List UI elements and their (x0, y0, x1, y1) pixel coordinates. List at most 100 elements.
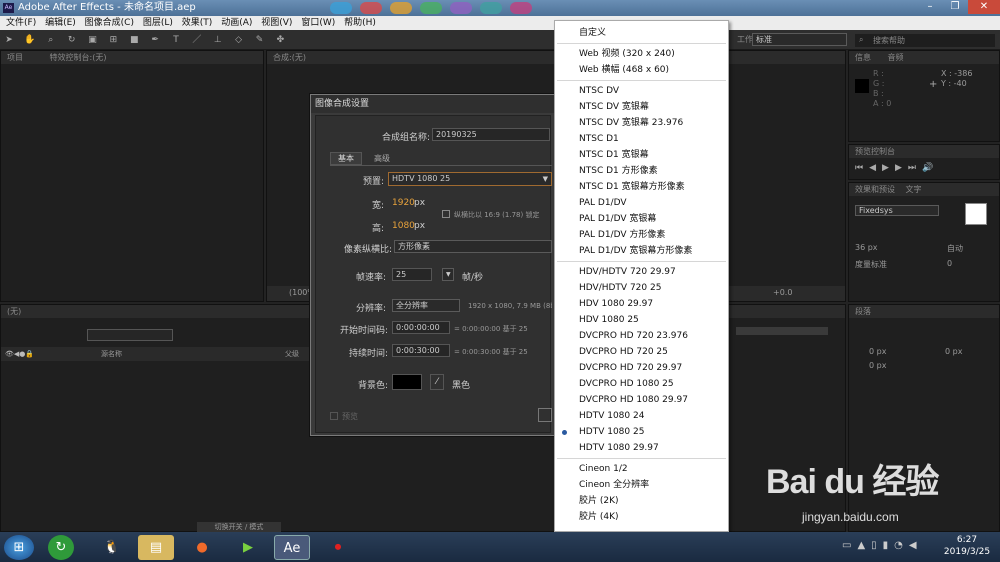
menu-item-preset[interactable]: DVCPRO HD 1080 25 (555, 376, 728, 392)
exposure-value[interactable]: +0.0 (773, 288, 792, 297)
tab-project[interactable]: 项目 (7, 53, 23, 62)
workspace-select[interactable]: 标准 (752, 33, 847, 46)
menu-item-preset[interactable]: NTSC D1 宽银幕 (555, 147, 728, 163)
fill-color-swatch[interactable] (965, 203, 987, 225)
pixel-aspect-select[interactable]: 方形像素 (394, 240, 552, 253)
tab-basic[interactable]: 基本 (330, 152, 362, 165)
menu-item-preset[interactable]: PAL D1/DV (555, 195, 728, 211)
height-value[interactable]: 1080 (392, 221, 415, 231)
search-help-input[interactable]: 搜索帮助 (855, 34, 995, 47)
menu-item-preset[interactable]: Web 视频 (320 x 240) (555, 46, 728, 62)
rotate-tool-icon[interactable]: ↻ (65, 33, 79, 47)
eyedropper-icon[interactable]: ⁄ (430, 374, 444, 390)
qq-icon[interactable]: 🐧 (94, 535, 130, 560)
toggle-switches-modes[interactable]: 切换开关 / 模式 (197, 522, 281, 532)
menu-help[interactable]: 帮助(H) (344, 16, 376, 30)
space-before[interactable]: 0 px (869, 361, 886, 370)
selection-tool-icon[interactable]: ➤ (2, 33, 16, 47)
duration-input[interactable]: 0:00:30:00 (392, 344, 450, 357)
menu-layer[interactable]: 图层(L) (143, 16, 173, 30)
menu-item-preset[interactable]: PAL D1/DV 宽银幕 (555, 211, 728, 227)
camera-tool-icon[interactable]: ▣ (86, 33, 100, 47)
tab-info[interactable]: 信息 (855, 53, 871, 62)
pan-behind-tool-icon[interactable]: ⊞ (106, 33, 120, 47)
indent-left[interactable]: 0 px (869, 347, 886, 356)
menu-window[interactable]: 窗口(W) (301, 16, 335, 30)
menu-item-preset[interactable]: NTSC D1 宽银幕方形像素 (555, 179, 728, 195)
menu-item-preset[interactable]: NTSC DV 宽银幕 (555, 99, 728, 115)
rectangle-tool-icon[interactable]: ■ (127, 33, 141, 47)
start-orb-icon[interactable]: ⊞ (4, 535, 34, 560)
menu-item-preset[interactable]: NTSC D1 方形像素 (555, 163, 728, 179)
menu-item-preset[interactable]: 自定义 (555, 25, 728, 41)
menu-item-preset[interactable]: DVCPRO HD 720 29.97 (555, 360, 728, 376)
menu-item-preset[interactable]: HDV 1080 29.97 (555, 296, 728, 312)
menu-item-preset[interactable]: PAL D1/DV 宽银幕方形像素 (555, 243, 728, 259)
maximize-icon[interactable]: ❐ (943, 0, 967, 14)
menu-item-preset[interactable]: DVCPRO HD 720 23.976 (555, 328, 728, 344)
menu-item-preset[interactable]: Web 横幅 (468 x 60) (555, 62, 728, 78)
comp-name-input[interactable]: 20190325 (432, 128, 550, 141)
tab-timeline[interactable]: (无) (7, 307, 21, 316)
menu-item-preset[interactable]: NTSC DV (555, 83, 728, 99)
menu-edit[interactable]: 编辑(E) (45, 16, 76, 30)
close-icon[interactable]: ✕ (968, 0, 1000, 14)
media-player-icon[interactable]: ▶ (230, 535, 266, 560)
firefox-icon[interactable]: ● (184, 535, 220, 560)
menu-item-preset[interactable]: DVCPRO HD 720 25 (555, 344, 728, 360)
tracking-value[interactable]: 0 (947, 259, 952, 268)
menu-item-preset[interactable]: 胶片 (2K) (555, 493, 728, 509)
leading-value[interactable]: 自动 (947, 243, 963, 254)
file-explorer-icon[interactable]: ▤ (138, 535, 174, 560)
menu-item-preset[interactable]: Cineon 全分辨率 (555, 477, 728, 493)
system-clock[interactable]: 6:27 2019/3/25 (938, 534, 996, 558)
tab-character[interactable]: 文字 (906, 185, 922, 194)
tab-advanced[interactable]: 高级 (366, 152, 398, 165)
menu-item-preset[interactable]: HDTV 1080 29.97 (555, 440, 728, 456)
zoom-tool-icon[interactable]: ⌕ (44, 33, 58, 47)
tray-icons[interactable]: ▭▲▯▮◔◀ (842, 540, 923, 551)
record-icon[interactable]: ⏺ (320, 535, 356, 560)
menu-view[interactable]: 视图(V) (261, 16, 292, 30)
tab-effects-controls[interactable]: 特效控制台:(无) (50, 53, 107, 62)
minimize-icon[interactable]: – (918, 0, 942, 14)
360-browser-icon[interactable]: ↻ (48, 535, 74, 560)
fps-input[interactable]: 25 (392, 268, 432, 281)
tab-composition[interactable]: 合成:(无) (273, 53, 306, 62)
fps-dropdown-icon[interactable]: ▼ (442, 268, 454, 281)
tab-preview[interactable]: 预览控制台 (855, 147, 895, 156)
indent-right[interactable]: 0 px (945, 347, 962, 356)
preset-select[interactable]: HDTV 1080 25 ▼ (388, 172, 552, 186)
menu-item-preset[interactable]: DVCPRO HD 1080 29.97 (555, 392, 728, 408)
text-tool-icon[interactable]: T (169, 33, 183, 47)
menu-item-preset[interactable]: NTSC DV 宽银幕 23.976 (555, 115, 728, 131)
ok-button[interactable] (538, 408, 552, 422)
menu-file[interactable]: 文件(F) (6, 16, 36, 30)
tab-effects-presets[interactable]: 效果和预设 (855, 185, 895, 194)
menu-item-preset[interactable]: HDTV 1080 24 (555, 408, 728, 424)
font-family-select[interactable]: Fixedsys (855, 205, 939, 216)
menu-item-preset[interactable]: PAL D1/DV 方形像素 (555, 227, 728, 243)
eraser-tool-icon[interactable]: ◇ (232, 33, 246, 47)
time-navigator[interactable] (736, 327, 828, 335)
menu-item-preset[interactable]: HDV/HDTV 720 25 (555, 280, 728, 296)
after-effects-icon[interactable]: Ae (274, 535, 310, 560)
tab-audio[interactable]: 音频 (888, 53, 904, 62)
brush-tool-icon[interactable]: ／ (190, 33, 204, 47)
bg-color-swatch[interactable] (392, 374, 422, 390)
puppet-tool-icon[interactable]: ✤ (273, 33, 287, 47)
timeline-search-input[interactable] (87, 329, 173, 341)
menu-effect[interactable]: 效果(T) (182, 16, 213, 30)
width-value[interactable]: 1920 (392, 198, 415, 208)
roto-tool-icon[interactable]: ✎ (253, 33, 267, 47)
tab-paragraph[interactable]: 段落 (855, 307, 871, 316)
playback-controls[interactable]: ⏮◀▶▶⏭🔊 (855, 163, 939, 173)
start-timecode-input[interactable]: 0:00:00:00 (392, 321, 450, 334)
lock-aspect-checkbox[interactable] (442, 210, 450, 218)
hand-tool-icon[interactable]: ✋ (23, 33, 37, 47)
menu-item-preset[interactable]: 胶片 (4K) (555, 509, 728, 525)
font-size-value[interactable]: 36 px (855, 243, 878, 252)
kerning-value[interactable]: 度量标准 (855, 259, 887, 270)
menu-composition[interactable]: 图像合成(C) (85, 16, 134, 30)
visibility-icon[interactable]: 👁◀●🔒 (5, 347, 34, 361)
